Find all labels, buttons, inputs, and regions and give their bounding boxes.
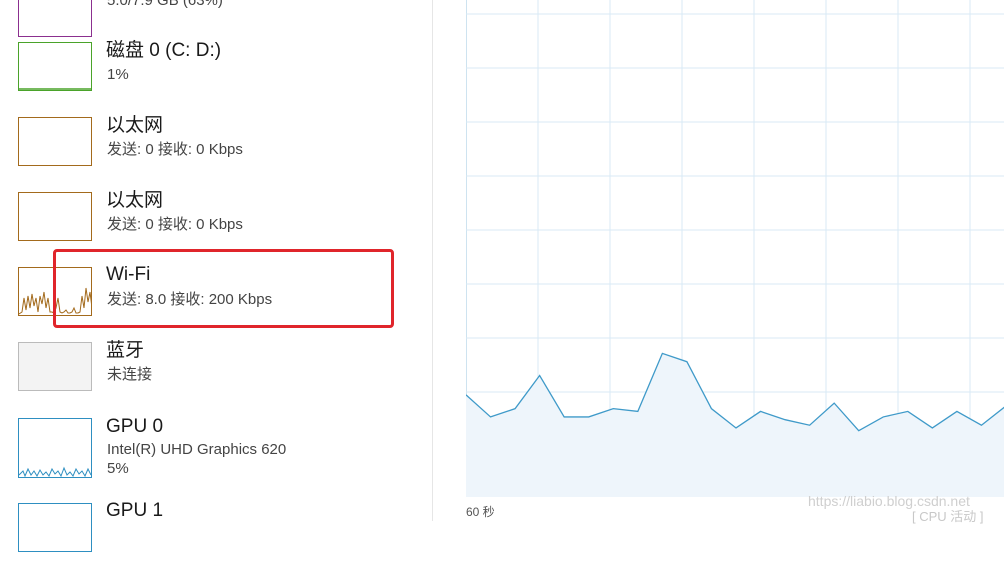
gpu-name: GPU 1 [106, 500, 164, 521]
bluetooth-status: 未连接 [107, 366, 153, 383]
ethernet-thumbnail [18, 192, 92, 241]
gpu-name: GPU 0 [106, 416, 164, 437]
ethernet-throughput: 发送: 0 接收: 0 Kbps [107, 141, 243, 158]
disk-usage: 1% [107, 66, 129, 83]
memory-thumbnail [18, 0, 92, 37]
cpu-activity-tag: [ CPU 活动 ] [912, 509, 984, 524]
bluetooth-thumbnail [18, 342, 92, 391]
gpu-model: Intel(R) UHD Graphics 620 [107, 441, 287, 458]
sidebar-item-memory[interactable]: 5.0/7.9 GB (63%) [0, 0, 432, 37]
performance-sidebar: 5.0/7.9 GB (63%) 磁盘 0 (C: D:) 1% 以太网 发送:… [0, 0, 432, 552]
gpu-thumbnail [18, 418, 92, 478]
sidebar-item-gpu-0[interactable]: GPU 0 Intel(R) UHD Graphics 620 5% [0, 410, 432, 500]
gpu-thumbnail [18, 503, 92, 552]
graph-area-fill [466, 353, 1004, 497]
gpu-usage: 5% [107, 460, 129, 477]
memory-usage-text: 5.0/7.9 GB (63%) [107, 0, 223, 9]
wifi-highlight-box [53, 249, 394, 328]
ethernet-thumbnail [18, 117, 92, 166]
sidebar-item-disk[interactable]: 磁盘 0 (C: D:) 1% [0, 35, 432, 110]
sidebar-item-ethernet-1[interactable]: 以太网 发送: 0 接收: 0 Kbps [0, 110, 432, 185]
ethernet-throughput: 发送: 0 接收: 0 Kbps [107, 216, 243, 233]
time-axis-label: 60 秒 [466, 505, 495, 519]
sidebar-item-bluetooth[interactable]: 蓝牙 未连接 [0, 335, 432, 410]
disk-name: 磁盘 0 (C: D:) [106, 40, 222, 61]
panel-divider [432, 0, 433, 521]
ethernet-name: 以太网 [106, 190, 164, 211]
sidebar-item-gpu-1[interactable]: GPU 1 [0, 495, 432, 570]
bluetooth-name: 蓝牙 [106, 340, 145, 361]
network-activity-graph [466, 0, 1004, 497]
disk-thumbnail [18, 42, 92, 91]
ethernet-name: 以太网 [106, 115, 164, 136]
